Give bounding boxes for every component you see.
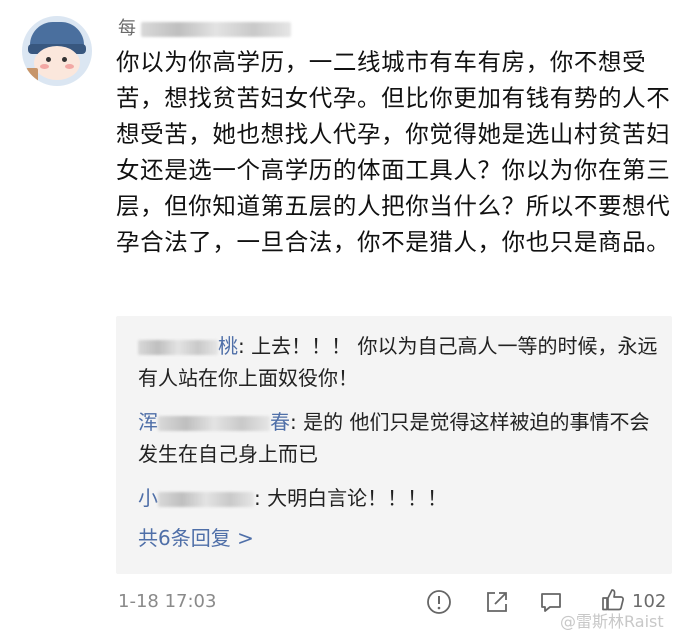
avatar-face [34,46,80,80]
reply-author-prefix: 小 [138,486,158,510]
reply-separator: : [254,486,268,510]
reply-item[interactable]: 桃: 上去！！！ 你以为自己高人一等的时候，永远有人站在你上面奴役你！ [138,330,658,394]
reply-author-suffix: 桃 [218,334,238,358]
watermark: @雷斯林Raist [560,612,664,631]
replies-box[interactable]: 桃: 上去！！！ 你以为自己高人一等的时候，永远有人站在你上面奴役你！ 浑春: … [116,316,672,574]
reply-separator: : [290,410,304,434]
more-replies-link[interactable]: 共6条回复 > [138,522,254,551]
reply-item[interactable]: 小: 大明白言论！！！！ [138,482,658,514]
avatar-cheek [65,64,74,69]
comment-username[interactable]: 每 [118,14,291,40]
avatar[interactable] [22,16,92,86]
report-icon[interactable] [426,589,452,615]
reply-item[interactable]: 浑春: 是的 他们只是觉得这样被迫的事情不会发生在自己身上而已 [138,406,658,470]
reply-author-blur [158,416,270,431]
share-icon[interactable] [484,589,510,615]
reply-author-blur [138,340,218,355]
reply-author[interactable]: 浑春 [138,410,290,434]
username-prefix: 每 [118,18,137,39]
avatar-cup [26,68,38,84]
reply-author-prefix: 浑 [138,410,158,434]
reply-author[interactable]: 小 [138,486,254,510]
comment-time: 1-18 17:03 [118,591,217,612]
reply-author[interactable]: 桃 [138,334,238,358]
avatar-cheek [40,64,49,69]
reply-author-blur [158,492,254,507]
reply-author-suffix: 春 [270,410,290,434]
username-blur [141,21,291,37]
avatar-eye [46,57,51,62]
comment-body: 你以为你高学历，一二线城市有车有房，你不想受苦，想找贫苦妇女代孕。但比你更加有钱… [116,48,671,256]
reply-separator: : [238,334,252,358]
reply-text: 大明白言论！！！！ [267,486,448,510]
avatar-eye [62,57,67,62]
